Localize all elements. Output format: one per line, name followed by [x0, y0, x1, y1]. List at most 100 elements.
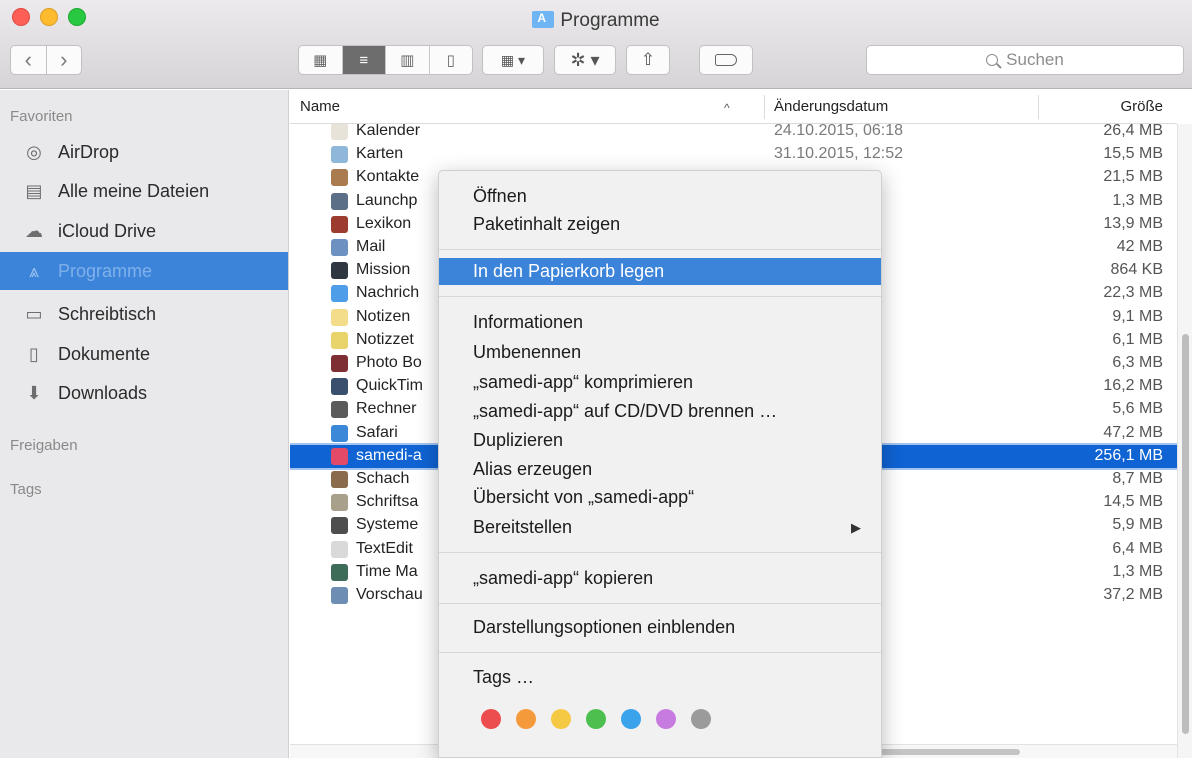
app-icon	[331, 308, 348, 326]
menu-item-make-alias[interactable]: Alias erzeugen	[439, 456, 881, 483]
app-icon	[331, 378, 348, 396]
search-input[interactable]: Suchen	[866, 45, 1184, 75]
menu-item-open[interactable]: Öffnen	[439, 183, 881, 210]
app-icon	[331, 471, 348, 488]
file-size: 47,2 MB	[1103, 423, 1163, 441]
file-name: Rechner	[356, 400, 417, 418]
menu-item-copy[interactable]: „samedi-app“ kopieren	[439, 565, 881, 592]
menu-item-get-info[interactable]: Informationen	[439, 309, 881, 336]
file-size: 6,4 MB	[1112, 539, 1163, 557]
file-row[interactable]: Kalender 24.10.2015, 06:18 26,4 MB	[290, 124, 1177, 143]
file-size: 14,5 MB	[1103, 493, 1163, 511]
file-row[interactable]: Karten 31.10.2015, 12:52 15,5 MB	[290, 143, 1177, 166]
window-title: Programme	[0, 10, 1192, 32]
coverflow-view-button[interactable]: ▯	[430, 46, 473, 74]
app-icon	[331, 540, 348, 558]
file-name: Mail	[356, 238, 386, 255]
app-icon	[331, 331, 348, 349]
file-size: 9,1 MB	[1112, 307, 1163, 325]
arrange-button[interactable]: ▦ ▾	[482, 45, 544, 75]
icon-view-button[interactable]: ▦	[299, 46, 343, 74]
sidebar-item-desktop[interactable]: ▭ Schreibtisch	[0, 295, 288, 333]
window-toolbar: Programme ‹ › ▦ ≡ ▥ ▯ ▦ ▾ ✲ ▾ ⇧ Suchen	[0, 0, 1192, 89]
document-icon: ▯	[29, 343, 39, 364]
column-header-size[interactable]: Größe	[1120, 98, 1163, 115]
sidebar-item-applications[interactable]: ⩓ Programme	[0, 252, 288, 290]
menu-item-compress[interactable]: „samedi-app“ komprimieren	[439, 369, 881, 396]
file-size: 1,3 MB	[1112, 191, 1163, 209]
sidebar-heading-tags: Tags	[10, 481, 42, 498]
sidebar-item-all-my-files[interactable]: ▤ Alle meine Dateien	[0, 172, 288, 210]
sidebar-item-icloud-drive[interactable]: ☁ iCloud Drive	[0, 212, 288, 250]
tag-color-dot[interactable]	[621, 709, 641, 729]
file-name: Mission	[356, 261, 411, 279]
tag-color-dot[interactable]	[551, 709, 571, 729]
file-name: samedi-a	[356, 446, 422, 464]
share-button[interactable]: ⇧	[626, 45, 670, 75]
app-icon	[331, 355, 348, 372]
sidebar-item-label: Schreibtisch	[58, 303, 157, 324]
file-size: 5,9 MB	[1112, 516, 1163, 534]
menu-item-burn-to-disc[interactable]: „samedi-app“ auf CD/DVD brennen …	[439, 398, 881, 425]
scrollbar-thumb[interactable]	[1182, 334, 1189, 734]
sidebar-item-airdrop[interactable]: ◎ AirDrop	[0, 133, 288, 171]
sidebar-heading-favorites: Favoriten	[10, 108, 73, 125]
menu-separator	[439, 552, 881, 553]
search-placeholder: Suchen	[1006, 50, 1064, 69]
tag-color-dot[interactable]	[691, 709, 711, 729]
tag-color-dot[interactable]	[481, 709, 501, 729]
forward-button[interactable]: ›	[47, 46, 82, 74]
window-title-text: Programme	[560, 10, 660, 31]
file-size: 13,9 MB	[1103, 214, 1163, 232]
column-divider[interactable]	[764, 95, 765, 119]
back-button[interactable]: ‹	[11, 46, 47, 74]
list-column-header: Name ^ Änderungsdatum Größe	[290, 90, 1177, 124]
column-header-name[interactable]: Name	[300, 98, 340, 115]
view-mode-group: ▦ ≡ ▥ ▯	[298, 45, 473, 75]
column-view-button[interactable]: ▥	[386, 46, 430, 74]
menu-item-show-package-contents[interactable]: Paketinhalt zeigen	[439, 211, 881, 238]
file-name: Lexikon	[356, 214, 412, 232]
tag-color-dot[interactable]	[656, 709, 676, 729]
file-name: Schach	[356, 470, 410, 487]
menu-item-share[interactable]: Bereitstellen ▶	[439, 514, 881, 541]
file-size: 256,1 MB	[1094, 446, 1163, 464]
action-gear-button[interactable]: ✲ ▾	[554, 45, 616, 75]
menu-item-tags[interactable]: Tags …	[439, 664, 881, 691]
file-name: Vorschau	[356, 586, 423, 603]
column-header-date-modified[interactable]: Änderungsdatum	[774, 98, 888, 115]
file-size: 21,5 MB	[1103, 168, 1163, 186]
app-icon	[331, 494, 348, 512]
file-name: Schriftsa	[356, 493, 419, 511]
file-name: Notizen	[356, 307, 411, 325]
file-name: Time Ma	[356, 562, 418, 580]
applications-folder-icon	[532, 11, 555, 28]
list-view-button[interactable]: ≡	[342, 46, 386, 74]
menu-item-rename[interactable]: Umbenennen	[439, 339, 881, 366]
app-icon	[331, 239, 348, 256]
tag-color-dot[interactable]	[516, 709, 536, 729]
menu-item-show-view-options[interactable]: Darstellungsoptionen einblenden	[439, 614, 881, 641]
app-icon	[331, 285, 348, 303]
menu-item-move-to-trash[interactable]: In den Papierkorb legen	[439, 258, 881, 285]
vertical-scrollbar[interactable]	[1177, 124, 1192, 758]
sidebar-item-documents[interactable]: ▯ Dokumente	[0, 335, 288, 373]
submenu-arrow-icon: ▶	[851, 520, 861, 535]
menu-item-quick-look[interactable]: Übersicht von „samedi-app“	[439, 484, 881, 511]
sidebar-heading-shares: Freigaben	[10, 437, 78, 454]
tag-icon	[715, 54, 737, 66]
menu-separator	[439, 652, 881, 653]
menu-item-share-label: Bereitstellen	[473, 517, 573, 537]
menu-item-duplicate[interactable]: Duplizieren	[439, 427, 881, 454]
column-divider[interactable]	[1038, 95, 1039, 119]
sidebar-item-downloads[interactable]: ⬇ Downloads	[0, 374, 288, 412]
file-size: 22,3 MB	[1103, 284, 1163, 302]
app-icon	[331, 169, 348, 187]
menu-separator	[439, 249, 881, 250]
edit-tags-button[interactable]	[699, 45, 753, 75]
tag-color-dot[interactable]	[586, 709, 606, 729]
file-size: 8,7 MB	[1112, 470, 1163, 487]
file-name: Safari	[356, 423, 398, 441]
all-files-icon: ▤	[25, 180, 43, 201]
file-name: TextEdit	[356, 539, 413, 557]
